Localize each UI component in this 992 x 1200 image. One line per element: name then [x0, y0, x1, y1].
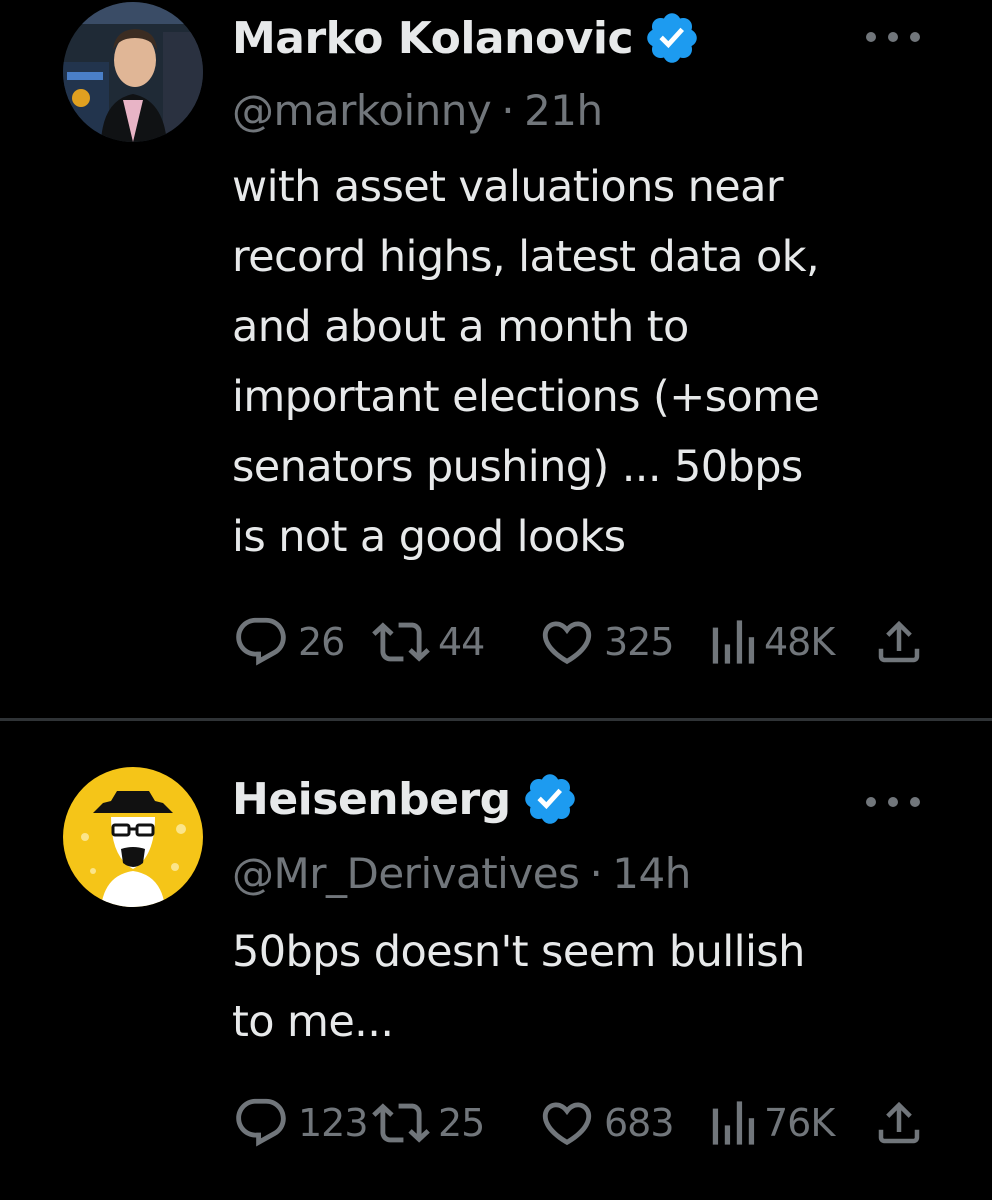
retweet-count: 25 [438, 1101, 485, 1145]
views-button[interactable]: 48K [708, 612, 835, 672]
avatar[interactable] [63, 2, 203, 142]
timestamp[interactable]: 14h [612, 849, 691, 898]
heisenberg-illustration-avatar-icon [63, 767, 203, 907]
more-options-icon[interactable] [858, 22, 928, 52]
verified-badge-icon[interactable] [643, 9, 701, 67]
tweet-text: 50bps doesn't seem bullish to me... [232, 927, 805, 1047]
display-name[interactable]: Marko Kolanovic [232, 13, 634, 64]
tweet[interactable]: Marko Kolanovic @markoinny · 21h with as… [0, 0, 992, 718]
tweet[interactable]: Heisenberg @Mr_Derivatives · 14h 50bps d… [0, 721, 992, 1200]
views-count: 48K [764, 620, 835, 664]
reply-icon [236, 1098, 286, 1147]
retweet-icon [372, 622, 430, 662]
reply-icon [236, 617, 286, 666]
reply-count: 26 [298, 620, 345, 664]
reply-count: 123 [298, 1101, 369, 1145]
share-icon [878, 620, 920, 663]
meta-separator: · [589, 848, 603, 898]
retweet-button[interactable]: 44 [372, 612, 485, 672]
heart-icon [542, 1102, 592, 1146]
verified-badge-icon[interactable] [521, 770, 579, 828]
heart-icon [542, 621, 592, 665]
avatar[interactable] [63, 767, 203, 907]
person-photo-avatar-icon [63, 2, 203, 142]
handle[interactable]: @Mr_Derivatives [232, 849, 580, 898]
like-count: 683 [604, 1101, 675, 1145]
share-button[interactable] [872, 612, 926, 672]
tweet-meta: @markoinny · 21h [232, 80, 603, 140]
meta-separator: · [501, 85, 515, 135]
retweet-count: 44 [438, 620, 485, 664]
views-chart-icon [712, 620, 755, 664]
like-button[interactable]: 325 [538, 612, 675, 672]
tweet-header: Marko Kolanovic [232, 6, 701, 70]
handle[interactable]: @markoinny [232, 86, 492, 135]
reply-button[interactable]: 123 [232, 1093, 369, 1153]
share-button[interactable] [872, 1093, 926, 1153]
views-chart-icon [712, 1101, 755, 1145]
share-icon [878, 1101, 920, 1144]
tweet-meta: @Mr_Derivatives · 14h [232, 843, 691, 903]
views-count: 76K [764, 1101, 835, 1145]
like-count: 325 [604, 620, 675, 664]
retweet-icon [372, 1103, 430, 1143]
retweet-button[interactable]: 25 [372, 1093, 485, 1153]
timestamp[interactable]: 21h [524, 86, 603, 135]
display-name[interactable]: Heisenberg [232, 774, 511, 825]
more-options-icon[interactable] [858, 787, 928, 817]
views-button[interactable]: 76K [708, 1093, 835, 1153]
tweet-actions: 123 25 683 76K [232, 1093, 932, 1153]
like-button[interactable]: 683 [538, 1093, 675, 1153]
reply-button[interactable]: 26 [232, 612, 345, 672]
tweet-text: with asset valuations near record highs,… [232, 162, 820, 562]
tweet-actions: 26 44 325 48K [232, 612, 932, 672]
tweet-header: Heisenberg [232, 767, 579, 831]
